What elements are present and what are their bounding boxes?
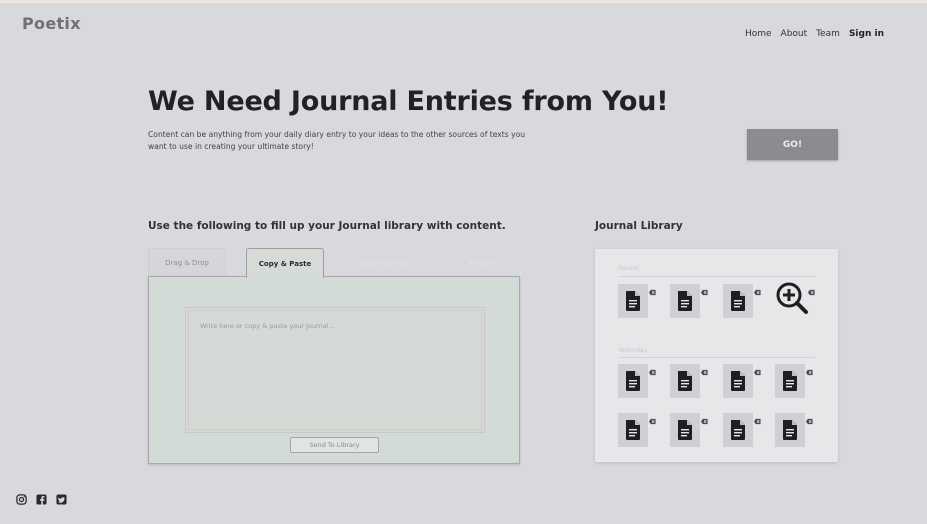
nav-sign-in[interactable]: Sign in bbox=[849, 29, 884, 39]
group-divider bbox=[618, 276, 815, 277]
tab-plugins[interactable]: Plugins bbox=[443, 248, 521, 277]
top-nav: Home About Team Sign in bbox=[745, 29, 884, 39]
delete-file-icon[interactable] bbox=[649, 410, 656, 425]
journal-file-icon[interactable] bbox=[775, 364, 805, 398]
journal-placeholder: Write here or copy & paste your journal.… bbox=[200, 322, 335, 330]
journal-file-icon[interactable] bbox=[723, 284, 753, 318]
zoom-in-icon[interactable] bbox=[775, 281, 809, 319]
journal-file-icon[interactable] bbox=[670, 413, 700, 447]
delete-file-icon[interactable] bbox=[649, 281, 656, 296]
editor-panel: Write here or copy & paste your journal.… bbox=[148, 276, 520, 464]
twitter-icon[interactable] bbox=[56, 494, 67, 505]
hero-title: We Need Journal Entries from You! bbox=[148, 86, 669, 117]
delete-file-icon[interactable] bbox=[701, 281, 708, 296]
journal-textarea[interactable]: Write here or copy & paste your journal.… bbox=[185, 307, 485, 433]
input-section-title: Use the following to fill up your Journa… bbox=[148, 220, 506, 232]
tab-copy-paste[interactable]: Copy & Paste bbox=[246, 248, 324, 278]
social-links bbox=[16, 494, 67, 505]
send-to-library-button[interactable]: Send To Library bbox=[290, 437, 379, 453]
nav-about[interactable]: About bbox=[781, 29, 808, 39]
hero-subtitle: Content can be anything from your daily … bbox=[148, 130, 526, 151]
delete-file-icon[interactable] bbox=[806, 361, 813, 376]
delete-file-icon[interactable] bbox=[754, 281, 761, 296]
journal-file-icon[interactable] bbox=[618, 413, 648, 447]
journal-file-icon[interactable] bbox=[775, 413, 805, 447]
nav-home[interactable]: Home bbox=[745, 29, 772, 39]
delete-file-icon[interactable] bbox=[754, 361, 761, 376]
group-label-recent: Recent bbox=[618, 265, 639, 272]
delete-file-icon[interactable] bbox=[701, 361, 708, 376]
instagram-icon[interactable] bbox=[16, 494, 27, 505]
delete-file-icon[interactable] bbox=[806, 410, 813, 425]
group-divider bbox=[618, 357, 815, 358]
delete-file-icon[interactable] bbox=[808, 281, 815, 296]
facebook-icon[interactable] bbox=[36, 494, 47, 505]
top-accent-line bbox=[0, 0, 927, 3]
tab-cloud-storage[interactable]: Cloud Storage bbox=[345, 248, 423, 277]
journal-file-icon[interactable] bbox=[723, 413, 753, 447]
journal-file-icon[interactable] bbox=[670, 284, 700, 318]
nav-team[interactable]: Team bbox=[816, 29, 840, 39]
journal-library-card: Recent Yesterday bbox=[595, 249, 838, 462]
journal-file-icon[interactable] bbox=[723, 364, 753, 398]
delete-file-icon[interactable] bbox=[649, 361, 656, 376]
tab-drag-drop[interactable]: Drag & Drop bbox=[148, 248, 226, 277]
journal-file-icon[interactable] bbox=[670, 364, 700, 398]
library-title: Journal Library bbox=[595, 220, 683, 232]
journal-file-icon[interactable] bbox=[618, 364, 648, 398]
delete-file-icon[interactable] bbox=[701, 410, 708, 425]
group-label-yesterday: Yesterday bbox=[618, 347, 648, 354]
delete-file-icon[interactable] bbox=[754, 410, 761, 425]
journal-file-icon[interactable] bbox=[618, 284, 648, 318]
app-logo[interactable]: Poetix bbox=[22, 14, 81, 33]
go-button[interactable]: GO! bbox=[747, 129, 838, 160]
